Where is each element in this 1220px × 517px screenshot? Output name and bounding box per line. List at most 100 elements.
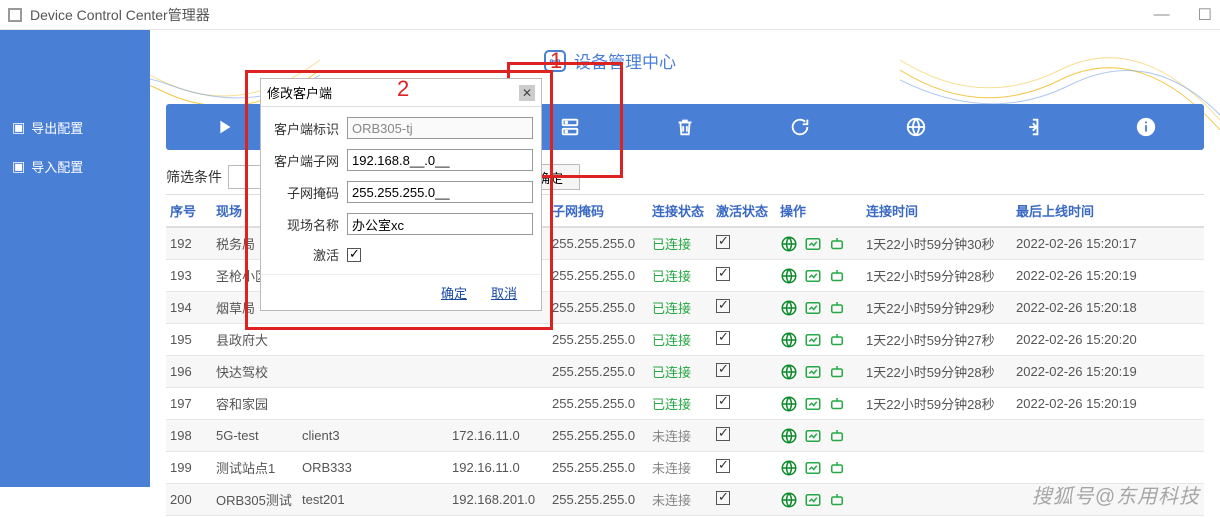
cell-site: ORB305测试 [212, 484, 298, 516]
cell-conntime [862, 452, 1012, 484]
active-checkbox-icon[interactable] [716, 235, 730, 249]
op-chart-icon[interactable] [804, 427, 822, 445]
op-robot-icon[interactable] [828, 267, 846, 285]
cell-conntime: 1天22小时59分钟28秒 [862, 260, 1012, 292]
sidebar-item-export[interactable]: ▣ 导出配置 [0, 108, 150, 147]
cell-seq: 194 [166, 292, 212, 324]
input-site-name[interactable] [347, 213, 533, 235]
cell-c2: test201 [298, 484, 378, 516]
active-checkbox-icon[interactable] [716, 395, 730, 409]
op-web-icon[interactable] [780, 299, 798, 317]
cell-seq: 199 [166, 452, 212, 484]
th-conn[interactable]: 连接状态 [648, 195, 712, 227]
field-label-client-id: 客户端标识 [269, 119, 339, 138]
cell-active [712, 484, 776, 516]
op-chart-icon[interactable] [804, 363, 822, 381]
th-ops[interactable]: 操作 [776, 195, 862, 227]
sidebar-item-import[interactable]: ▣ 导入配置 [0, 147, 150, 186]
cell-c3 [378, 484, 448, 516]
table-row[interactable]: 196快达驾校255.255.255.0已连接 1天22小时59分钟28秒202… [166, 356, 1204, 388]
active-checkbox-icon[interactable] [716, 267, 730, 281]
op-chart-icon[interactable] [804, 299, 822, 317]
input-client-id[interactable] [347, 117, 533, 139]
cell-ops [776, 356, 862, 388]
toolbar-globe-button[interactable] [901, 112, 931, 142]
window-minimize-button[interactable]: — [1154, 6, 1170, 24]
sidebar: ▣ 导出配置 ▣ 导入配置 [0, 30, 150, 487]
op-chart-icon[interactable] [804, 491, 822, 509]
cell-mask: 255.255.255.0 [548, 356, 648, 388]
cell-conn: 未连接 [648, 452, 712, 484]
op-web-icon[interactable] [780, 491, 798, 509]
op-robot-icon[interactable] [828, 235, 846, 253]
cell-mask: 255.255.255.0 [548, 324, 648, 356]
th-last[interactable]: 最后上线时间 [1012, 195, 1204, 227]
th-active[interactable]: 激活状态 [712, 195, 776, 227]
op-chart-icon[interactable] [804, 267, 822, 285]
cell-conn: 已连接 [648, 356, 712, 388]
cell-c2 [298, 356, 378, 388]
op-web-icon[interactable] [780, 459, 798, 477]
brand-header: 设备管理中心 [544, 48, 676, 73]
th-conntime[interactable]: 连接时间 [862, 195, 1012, 227]
table-row[interactable]: 195县政府大255.255.255.0已连接 1天22小时59分钟27秒202… [166, 324, 1204, 356]
sidebar-item-label: 导入配置 [31, 157, 83, 176]
op-robot-icon[interactable] [828, 299, 846, 317]
table-row[interactable]: 197容和家园255.255.255.0已连接 1天22小时59分钟28秒202… [166, 388, 1204, 420]
op-chart-icon[interactable] [804, 235, 822, 253]
active-checkbox-icon[interactable] [716, 331, 730, 345]
input-client-subnet[interactable] [347, 149, 533, 171]
field-label-activate: 激活 [269, 245, 339, 264]
toolbar-server-button[interactable] [555, 112, 585, 142]
dialog-ok-button[interactable]: 确定 [441, 283, 467, 302]
cell-last: 2022-02-26 15:20:17 [1012, 227, 1204, 260]
op-robot-icon[interactable] [828, 363, 846, 381]
field-label-subnet-mask: 子网掩码 [269, 183, 339, 202]
active-checkbox-icon[interactable] [716, 459, 730, 473]
dialog-close-button[interactable]: ✕ [519, 85, 535, 101]
op-chart-icon[interactable] [804, 331, 822, 349]
op-chart-icon[interactable] [804, 459, 822, 477]
cell-site: 县政府大 [212, 324, 298, 356]
table-row[interactable]: 1985G-testclient3172.16.11.0255.255.255.… [166, 420, 1204, 452]
cell-mask: 255.255.255.0 [548, 452, 648, 484]
op-robot-icon[interactable] [828, 459, 846, 477]
dialog-cancel-button[interactable]: 取消 [491, 283, 517, 302]
toolbar-refresh-button[interactable] [785, 112, 815, 142]
cell-conn: 未连接 [648, 484, 712, 516]
cell-seq: 195 [166, 324, 212, 356]
th-mask[interactable]: 子网掩码 [548, 195, 648, 227]
checkbox-activate[interactable] [347, 248, 361, 262]
active-checkbox-icon[interactable] [716, 299, 730, 313]
th-seq[interactable]: 序号 [166, 195, 212, 227]
cell-last: 2022-02-26 15:20:19 [1012, 260, 1204, 292]
cell-c4: 192.168.201.0 [448, 484, 548, 516]
cell-conn: 已连接 [648, 227, 712, 260]
window-maximize-button[interactable]: ☐ [1198, 5, 1212, 25]
op-robot-icon[interactable] [828, 427, 846, 445]
op-web-icon[interactable] [780, 427, 798, 445]
op-robot-icon[interactable] [828, 331, 846, 349]
toolbar-play-button[interactable] [209, 112, 239, 142]
op-robot-icon[interactable] [828, 395, 846, 413]
toolbar-delete-button[interactable] [670, 112, 700, 142]
op-chart-icon[interactable] [804, 395, 822, 413]
op-web-icon[interactable] [780, 235, 798, 253]
cell-conn: 已连接 [648, 292, 712, 324]
toolbar-exit-button[interactable] [1016, 112, 1046, 142]
op-robot-icon[interactable] [828, 491, 846, 509]
op-web-icon[interactable] [780, 363, 798, 381]
sidebar-item-label: 导出配置 [31, 118, 83, 137]
cell-site: 快达驾校 [212, 356, 298, 388]
op-web-icon[interactable] [780, 395, 798, 413]
cell-mask: 255.255.255.0 [548, 420, 648, 452]
active-checkbox-icon[interactable] [716, 491, 730, 505]
cell-site: 5G-test [212, 420, 298, 452]
op-web-icon[interactable] [780, 331, 798, 349]
active-checkbox-icon[interactable] [716, 363, 730, 377]
active-checkbox-icon[interactable] [716, 427, 730, 441]
op-web-icon[interactable] [780, 267, 798, 285]
table-row[interactable]: 199测试站点1ORB333192.16.11.0255.255.255.0未连… [166, 452, 1204, 484]
toolbar-info-button[interactable] [1131, 112, 1161, 142]
input-subnet-mask[interactable] [347, 181, 533, 203]
